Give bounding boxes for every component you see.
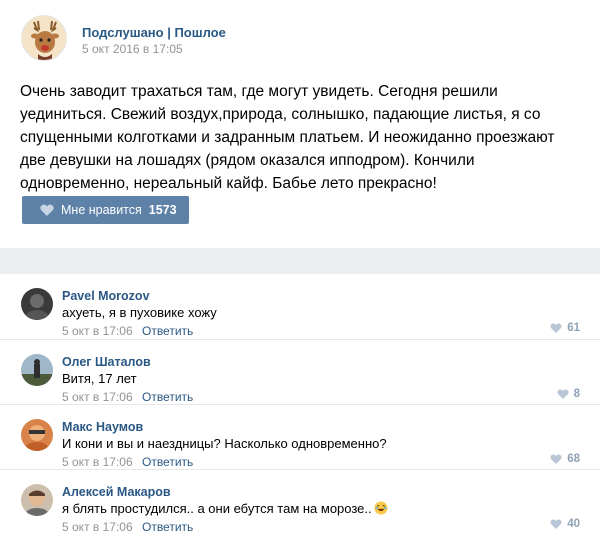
commenter-avatar[interactable] xyxy=(21,419,53,451)
comment-meta: 5 окт в 17:06 Ответить xyxy=(62,324,193,338)
user-photo-icon xyxy=(21,288,53,320)
commenter-avatar[interactable] xyxy=(21,354,53,386)
comment-like-count: 40 xyxy=(567,518,580,530)
comment-meta: 5 окт в 17:06 Ответить xyxy=(62,455,193,469)
comment-text-line: я блять простудился.. а они ебутся там н… xyxy=(62,501,388,516)
comment-meta: 5 окт в 17:06 Ответить xyxy=(62,520,193,534)
community-avatar[interactable] xyxy=(21,15,67,61)
comment-meta: 5 окт в 17:06 Ответить xyxy=(62,390,193,404)
comment-text: я блять простудился.. а они ебутся там н… xyxy=(62,501,372,516)
comments-list: Pavel Morozov ахуеть, я в пуховике хожу … xyxy=(0,274,600,538)
comment-item: Макс Наумов И кони и вы и наездницы? Нас… xyxy=(0,404,600,469)
post-text: Очень заводит трахаться там, где могут у… xyxy=(20,83,555,192)
comment-like-button[interactable]: 40 xyxy=(550,518,580,530)
commenter-avatar[interactable] xyxy=(21,288,53,320)
comment-like-button[interactable]: 8 xyxy=(557,388,580,400)
comment-like-count: 8 xyxy=(573,388,580,400)
reply-link[interactable]: Ответить xyxy=(142,390,193,404)
comment-text: И кони и вы и наездницы? Насколько однов… xyxy=(62,436,387,451)
like-label: Мне нравится xyxy=(61,203,142,217)
user-photo-icon xyxy=(21,484,53,516)
comment-item: Pavel Morozov ахуеть, я в пуховике хожу … xyxy=(0,274,600,338)
comment-date[interactable]: 5 окт в 17:06 xyxy=(62,324,133,338)
post-card: Подслушано | Пошлое 5 окт 2016 в 17:05 О… xyxy=(0,0,600,248)
heart-icon xyxy=(550,323,562,333)
heart-icon xyxy=(557,389,569,399)
comment-author-link[interactable]: Макс Наумов xyxy=(62,420,143,434)
comment-author-link[interactable]: Олег Шаталов xyxy=(62,355,151,369)
reply-link[interactable]: Ответить xyxy=(142,520,193,534)
comment-author-link[interactable]: Алексей Макаров xyxy=(62,485,171,499)
comment-date[interactable]: 5 окт в 17:06 xyxy=(62,520,133,534)
user-photo-icon xyxy=(21,354,53,386)
heart-icon xyxy=(550,454,562,464)
comment-date[interactable]: 5 окт в 17:06 xyxy=(62,390,133,404)
heart-icon xyxy=(550,519,562,529)
deer-logo-icon xyxy=(22,16,66,60)
comment-like-count: 68 xyxy=(567,453,580,465)
post-author-link[interactable]: Подслушано | Пошлое xyxy=(82,25,226,40)
heart-icon xyxy=(40,204,54,216)
comment-date[interactable]: 5 окт в 17:06 xyxy=(62,455,133,469)
comment-item: Олег Шаталов Витя, 17 лет 5 окт в 17:06 … xyxy=(0,339,600,404)
comment-author-link[interactable]: Pavel Morozov xyxy=(62,289,150,303)
reply-link[interactable]: Ответить xyxy=(142,324,193,338)
like-count: 1573 xyxy=(148,203,177,217)
comment-text: ахуеть, я в пуховике хожу xyxy=(62,305,217,320)
comment-like-button[interactable]: 61 xyxy=(550,322,580,334)
comment-text: Витя, 17 лет xyxy=(62,371,137,386)
user-photo-icon xyxy=(21,419,53,451)
commenter-avatar[interactable] xyxy=(21,484,53,516)
like-button[interactable]: Мне нравится 1573 xyxy=(22,196,189,224)
comment-like-count: 61 xyxy=(567,322,580,334)
reply-link[interactable]: Ответить xyxy=(142,455,193,469)
comment-like-button[interactable]: 68 xyxy=(550,453,580,465)
laughing-face-icon xyxy=(374,501,388,515)
comment-item: Алексей Макаров я блять простудился.. а … xyxy=(0,469,600,534)
post-timestamp[interactable]: 5 окт 2016 в 17:05 xyxy=(82,42,183,56)
post-comments-separator xyxy=(0,248,600,274)
